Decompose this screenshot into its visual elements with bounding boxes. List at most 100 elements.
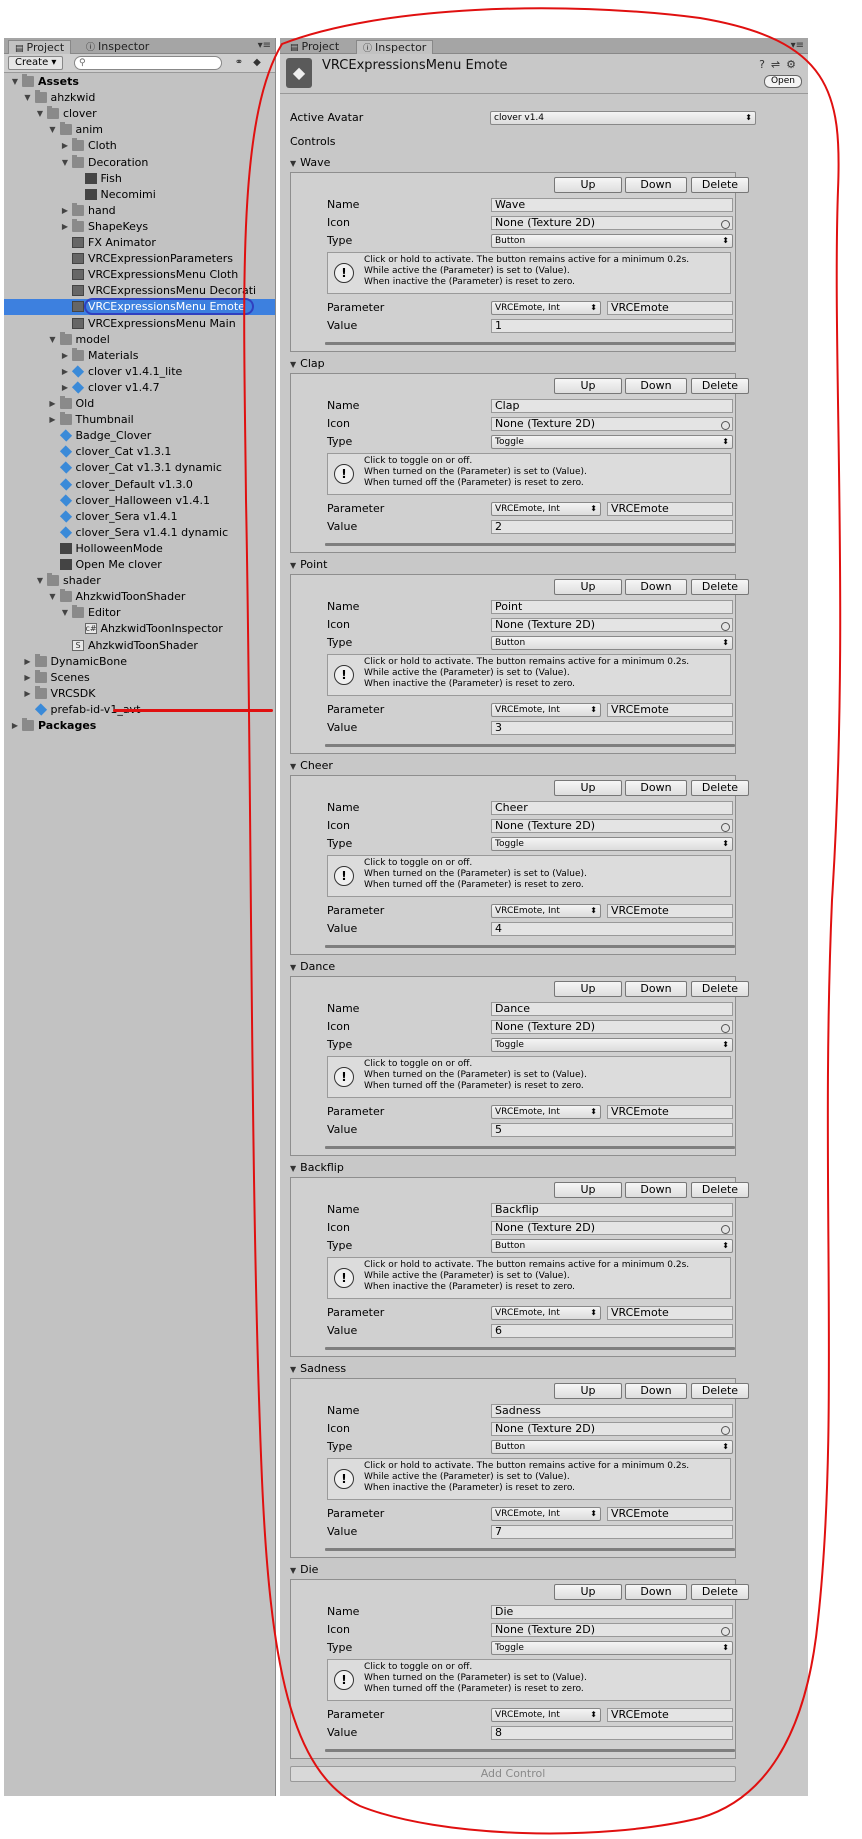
name-field[interactable]: Clap bbox=[491, 399, 733, 413]
down-button[interactable]: Down bbox=[625, 1182, 687, 1198]
name-field[interactable]: Backflip bbox=[491, 1203, 733, 1217]
delete-button[interactable]: Delete bbox=[691, 1584, 749, 1600]
icon-object-field[interactable]: None (Texture 2D) bbox=[491, 618, 733, 632]
tab-project[interactable]: ▤ Project bbox=[284, 40, 345, 54]
expand-arrow-icon[interactable]: ▶ bbox=[48, 412, 58, 428]
tree-item[interactable]: clover_Cat v1.3.1 bbox=[4, 444, 275, 460]
parameter-field[interactable]: VRCEmote bbox=[607, 1507, 733, 1521]
tree-item[interactable]: ▼ shader bbox=[4, 573, 275, 589]
object-picker-icon[interactable] bbox=[721, 1627, 730, 1636]
delete-button[interactable]: Delete bbox=[691, 780, 749, 796]
create-button[interactable]: Create ▾ bbox=[8, 56, 64, 70]
type-dropdown[interactable]: Toggle ⬍ bbox=[491, 837, 733, 851]
expand-arrow-icon[interactable]: ▶ bbox=[60, 138, 70, 154]
parameter-field[interactable]: VRCEmote bbox=[607, 904, 733, 918]
name-field[interactable]: Wave bbox=[491, 198, 733, 212]
delete-button[interactable]: Delete bbox=[691, 1182, 749, 1198]
icon-object-field[interactable]: None (Texture 2D) bbox=[491, 1623, 733, 1637]
type-dropdown[interactable]: Toggle ⬍ bbox=[491, 1641, 733, 1655]
tree-item[interactable]: VRCExpressionsMenu Emote bbox=[4, 298, 275, 316]
tree-item[interactable]: ▼ Editor bbox=[4, 605, 275, 621]
tree-item[interactable]: Badge_Clover bbox=[4, 428, 275, 444]
control-foldout-header[interactable]: ▼ Clap bbox=[290, 357, 325, 371]
panel-menu-icon[interactable]: ▾≡ bbox=[791, 40, 804, 51]
tree-item[interactable]: ▼ anim bbox=[4, 122, 275, 138]
down-button[interactable]: Down bbox=[625, 177, 687, 193]
down-button[interactable]: Down bbox=[625, 1383, 687, 1399]
object-picker-icon[interactable] bbox=[721, 622, 730, 631]
expand-arrow-icon[interactable]: ▼ bbox=[48, 332, 58, 348]
parameter-type-dropdown[interactable]: VRCEmote, Int ⬍ bbox=[491, 1306, 601, 1320]
foldout-arrow-icon[interactable]: ▼ bbox=[290, 1164, 296, 1173]
tree-item[interactable]: ▶ Packages bbox=[4, 718, 275, 734]
tree-item[interactable]: ▶ clover v1.4.1_lite bbox=[4, 364, 275, 380]
active-avatar-dropdown[interactable]: clover v1.4 ⬍ bbox=[490, 111, 756, 125]
expand-arrow-icon[interactable]: ▶ bbox=[23, 686, 33, 702]
parameter-field[interactable]: VRCEmote bbox=[607, 301, 733, 315]
parameter-field[interactable]: VRCEmote bbox=[607, 1306, 733, 1320]
value-field[interactable]: 8 bbox=[491, 1726, 733, 1740]
expand-arrow-icon[interactable]: ▼ bbox=[60, 605, 70, 621]
up-button[interactable]: Up bbox=[554, 1182, 622, 1198]
name-field[interactable]: Dance bbox=[491, 1002, 733, 1016]
object-picker-icon[interactable] bbox=[721, 421, 730, 430]
control-foldout-header[interactable]: ▼ Point bbox=[290, 558, 327, 572]
icon-object-field[interactable]: None (Texture 2D) bbox=[491, 1221, 733, 1235]
parameter-type-dropdown[interactable]: VRCEmote, Int ⬍ bbox=[491, 703, 601, 717]
tree-item[interactable]: ▶ VRCSDK bbox=[4, 685, 275, 702]
type-dropdown[interactable]: Toggle ⬍ bbox=[491, 435, 733, 449]
expand-arrow-icon[interactable]: ▼ bbox=[23, 90, 33, 106]
object-picker-icon[interactable] bbox=[721, 1024, 730, 1033]
parameter-type-dropdown[interactable]: VRCEmote, Int ⬍ bbox=[491, 301, 601, 315]
expand-arrow-icon[interactable]: ▼ bbox=[35, 106, 45, 122]
tree-item[interactable]: S AhzkwidToonShader bbox=[4, 638, 275, 654]
object-picker-icon[interactable] bbox=[721, 1225, 730, 1234]
down-button[interactable]: Down bbox=[625, 981, 687, 997]
tab-inspector[interactable]: ⓘ Inspector bbox=[80, 40, 155, 54]
tree-item[interactable]: ▶ Old bbox=[4, 396, 275, 412]
up-button[interactable]: Up bbox=[554, 378, 622, 394]
expand-arrow-icon[interactable]: ▶ bbox=[23, 654, 33, 670]
value-field[interactable]: 4 bbox=[491, 922, 733, 936]
expand-arrow-icon[interactable]: ▼ bbox=[35, 573, 45, 589]
icon-object-field[interactable]: None (Texture 2D) bbox=[491, 819, 733, 833]
name-field[interactable]: Cheer bbox=[491, 801, 733, 815]
tree-item[interactable]: ▶ Scenes bbox=[4, 669, 275, 686]
name-field[interactable]: Die bbox=[491, 1605, 733, 1619]
expand-arrow-icon[interactable]: ▶ bbox=[60, 348, 70, 364]
expand-arrow-icon[interactable]: ▶ bbox=[10, 718, 20, 734]
foldout-arrow-icon[interactable]: ▼ bbox=[290, 561, 296, 570]
tree-item[interactable]: VRCExpressionParameters bbox=[4, 251, 275, 267]
tree-item[interactable]: VRCExpressionsMenu Cloth bbox=[4, 267, 275, 283]
filter-by-type-icon[interactable]: ⚭ bbox=[232, 56, 246, 70]
tree-item[interactable]: ▼ AhzkwidToonShader bbox=[4, 589, 275, 605]
expand-arrow-icon[interactable]: ▼ bbox=[10, 74, 20, 90]
preset-icon[interactable]: ⇌ bbox=[771, 58, 786, 71]
tree-item[interactable]: ▶ DynamicBone bbox=[4, 653, 275, 670]
control-foldout-header[interactable]: ▼ Die bbox=[290, 1563, 318, 1577]
icon-object-field[interactable]: None (Texture 2D) bbox=[491, 216, 733, 230]
parameter-field[interactable]: VRCEmote bbox=[607, 1708, 733, 1722]
type-dropdown[interactable]: Button ⬍ bbox=[491, 234, 733, 248]
delete-button[interactable]: Delete bbox=[691, 579, 749, 595]
add-control-button[interactable]: Add Control bbox=[290, 1766, 736, 1782]
tab-inspector[interactable]: ⓘ Inspector bbox=[356, 40, 434, 54]
parameter-type-dropdown[interactable]: VRCEmote, Int ⬍ bbox=[491, 1507, 601, 1521]
delete-button[interactable]: Delete bbox=[691, 1383, 749, 1399]
control-foldout-header[interactable]: ▼ Wave bbox=[290, 156, 330, 170]
expand-arrow-icon[interactable]: ▼ bbox=[60, 155, 70, 171]
type-dropdown[interactable]: Button ⬍ bbox=[491, 636, 733, 650]
icon-object-field[interactable]: None (Texture 2D) bbox=[491, 1020, 733, 1034]
filter-by-label-icon[interactable]: ◆ bbox=[250, 56, 264, 70]
parameter-field[interactable]: VRCEmote bbox=[607, 703, 733, 717]
control-foldout-header[interactable]: ▼ Sadness bbox=[290, 1362, 346, 1376]
down-button[interactable]: Down bbox=[625, 579, 687, 595]
icon-object-field[interactable]: None (Texture 2D) bbox=[491, 417, 733, 431]
value-field[interactable]: 5 bbox=[491, 1123, 733, 1137]
value-field[interactable]: 2 bbox=[491, 520, 733, 534]
tree-item[interactable]: clover_Sera v1.4.1 dynamic bbox=[4, 525, 275, 541]
up-button[interactable]: Up bbox=[554, 981, 622, 997]
tree-item[interactable]: clover_Sera v1.4.1 bbox=[4, 509, 275, 525]
tree-item[interactable]: ▼ Assets bbox=[4, 74, 275, 90]
expand-arrow-icon[interactable]: ▶ bbox=[60, 364, 70, 380]
